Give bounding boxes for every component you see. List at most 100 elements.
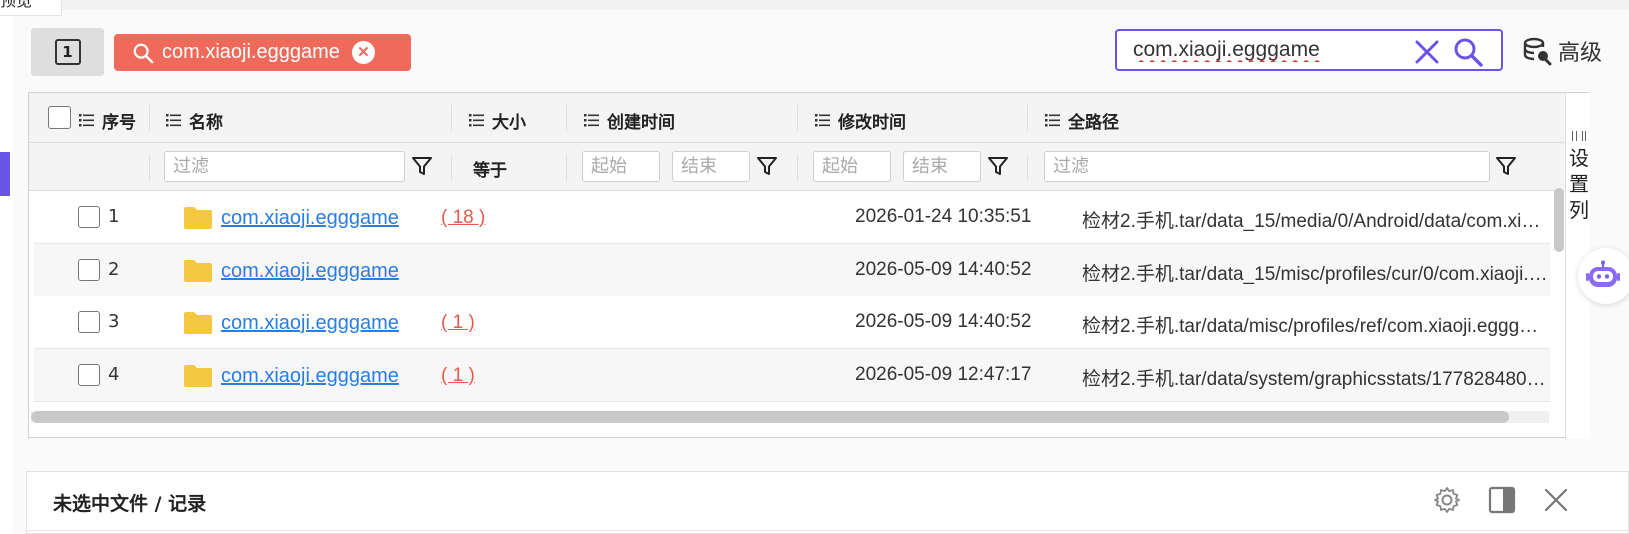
- search-chip[interactable]: com.xiaoji.egggame ✕: [114, 34, 411, 71]
- sidebar-toggle-button[interactable]: 1: [31, 28, 104, 76]
- row-index: 1: [108, 206, 120, 227]
- modified-end-input[interactable]: 结束: [903, 151, 981, 182]
- search-icon[interactable]: [1453, 37, 1483, 67]
- row-name-link[interactable]: com.xiaoji.egggame: [221, 312, 399, 335]
- table-header: 序号 名称 大小 创建时间 修改时间 全路径: [29, 93, 1590, 143]
- column-divider[interactable]: [797, 105, 798, 131]
- row-index: 2: [108, 259, 120, 280]
- filter-row: 过滤 等于 起始 结束 起始 结束 过滤: [29, 143, 1590, 191]
- header-modified-label: 修改时间: [838, 113, 906, 133]
- row-full-path: 检材2.手机.tar/data_15/media/0/Android/data/…: [1082, 211, 1548, 232]
- column-divider[interactable]: [566, 105, 567, 131]
- table-row[interactable]: 1 com.xiaoji.egggame ( 18 ) 2026-01-24 1…: [34, 191, 1550, 244]
- gear-icon[interactable]: [1433, 486, 1461, 514]
- left-accent-bar: [0, 152, 10, 196]
- row-name-link[interactable]: com.xiaoji.egggame: [221, 260, 399, 283]
- detail-title: 未选中文件 / 记录: [53, 493, 207, 515]
- column-divider: [797, 155, 798, 181]
- list-icon: [469, 114, 484, 127]
- close-icon[interactable]: [1542, 486, 1570, 514]
- row-count[interactable]: ( 1 ): [441, 312, 475, 334]
- folder-icon: [184, 365, 212, 387]
- column-divider[interactable]: [149, 105, 150, 131]
- advanced-label: 高级: [1558, 41, 1603, 66]
- split-panel-icon[interactable]: [1488, 486, 1516, 514]
- column-settings-char: 设: [1569, 146, 1589, 170]
- row-checkbox[interactable]: [78, 206, 100, 228]
- path-filter-input[interactable]: 过滤: [1044, 151, 1490, 182]
- header-path-label: 全路径: [1068, 113, 1119, 133]
- size-equal-operator[interactable]: 等于: [473, 156, 507, 181]
- search-box[interactable]: [1115, 29, 1503, 71]
- left-edge: [0, 0, 12, 534]
- folder-icon: [184, 207, 212, 229]
- database-search-icon: [1523, 37, 1552, 66]
- header-index-label: 序号: [102, 113, 136, 133]
- search-input[interactable]: [1133, 36, 1401, 64]
- advanced-search-button[interactable]: 高级: [1522, 36, 1602, 66]
- row-name-link[interactable]: com.xiaoji.egggame: [221, 365, 399, 388]
- column-settings-label: 设 置 列: [1569, 145, 1589, 223]
- robot-icon: [1586, 260, 1620, 287]
- list-icon: [584, 114, 599, 127]
- row-index: 4: [108, 364, 120, 385]
- row-name-link[interactable]: com.xiaoji.egggame: [221, 207, 399, 230]
- row-checkbox[interactable]: [78, 364, 100, 386]
- filter-icon[interactable]: [756, 155, 778, 177]
- row-modified-time: 2026-05-09 14:40:52: [855, 259, 1032, 280]
- column-divider[interactable]: [1027, 105, 1028, 131]
- header-name[interactable]: 名称: [166, 108, 223, 133]
- clear-icon[interactable]: [1414, 39, 1440, 65]
- filter-icon[interactable]: [411, 155, 433, 177]
- name-filter-input[interactable]: 过滤: [164, 151, 405, 182]
- header-created[interactable]: 创建时间: [584, 108, 675, 133]
- row-modified-time: 2026-05-09 14:40:52: [855, 311, 1032, 332]
- header-size[interactable]: 大小: [469, 108, 526, 133]
- modified-start-input[interactable]: 起始: [813, 151, 891, 182]
- column-divider: [1027, 155, 1028, 181]
- detail-panel: 未选中文件 / 记录: [26, 471, 1629, 534]
- header-modified[interactable]: 修改时间: [815, 108, 906, 133]
- table-row[interactable]: 4 com.xiaoji.egggame ( 1 ) 2026-05-09 12…: [34, 349, 1550, 402]
- ai-assistant-button[interactable]: [1578, 248, 1629, 304]
- column-settings-char: 列: [1569, 198, 1589, 222]
- row-count[interactable]: ( 1 ): [441, 365, 475, 387]
- horizontal-scrollbar-thumb[interactable]: [31, 411, 1509, 423]
- header-created-label: 创建时间: [607, 113, 675, 133]
- grip-icon: [1572, 131, 1586, 141]
- row-full-path: 检材2.手机.tar/data/system/graphicsstats/177…: [1082, 369, 1548, 390]
- row-count[interactable]: ( 18 ): [441, 207, 485, 229]
- created-start-input[interactable]: 起始: [582, 151, 660, 182]
- filter-icon[interactable]: [1495, 155, 1517, 177]
- table-row[interactable]: 2 com.xiaoji.egggame 2026-05-09 14:40:52…: [34, 244, 1550, 297]
- filter-icon[interactable]: [987, 155, 1009, 177]
- column-divider: [451, 155, 452, 181]
- window-tab-label[interactable]: 预览: [0, 0, 62, 16]
- row-checkbox[interactable]: [78, 311, 100, 333]
- row-full-path: 检材2.手机.tar/data/misc/profiles/ref/com.xi…: [1082, 316, 1548, 337]
- vertical-scrollbar-thumb[interactable]: [1554, 188, 1564, 252]
- row-checkbox[interactable]: [78, 259, 100, 281]
- chip-close-icon[interactable]: ✕: [351, 41, 375, 64]
- list-icon: [166, 114, 181, 127]
- row-full-path: 检材2.手机.tar/data_15/misc/profiles/cur/0/c…: [1082, 264, 1548, 285]
- column-divider: [566, 155, 567, 181]
- folder-icon: [184, 312, 212, 334]
- column-divider[interactable]: [451, 105, 452, 131]
- header-index[interactable]: 序号: [79, 108, 136, 133]
- results-table: 序号 名称 大小 创建时间 修改时间 全路径 过滤 等于 起始 结束 起始 结束…: [28, 92, 1590, 439]
- list-icon: [1045, 114, 1060, 127]
- header-path[interactable]: 全路径: [1045, 108, 1119, 133]
- search-icon: [133, 43, 154, 63]
- panel-number-icon: 1: [54, 39, 81, 65]
- header-name-label: 名称: [189, 113, 223, 133]
- chip-text: com.xiaoji.egggame: [162, 41, 340, 63]
- column-divider: [149, 155, 150, 181]
- table-row[interactable]: 3 com.xiaoji.egggame ( 1 ) 2026-05-09 14…: [34, 296, 1550, 349]
- divider: [27, 530, 1629, 531]
- select-all-checkbox[interactable]: [48, 106, 71, 129]
- row-modified-time: 2026-01-24 10:35:51: [855, 206, 1032, 227]
- created-end-input[interactable]: 结束: [672, 151, 750, 182]
- header-size-label: 大小: [492, 113, 526, 133]
- folder-icon: [184, 260, 212, 282]
